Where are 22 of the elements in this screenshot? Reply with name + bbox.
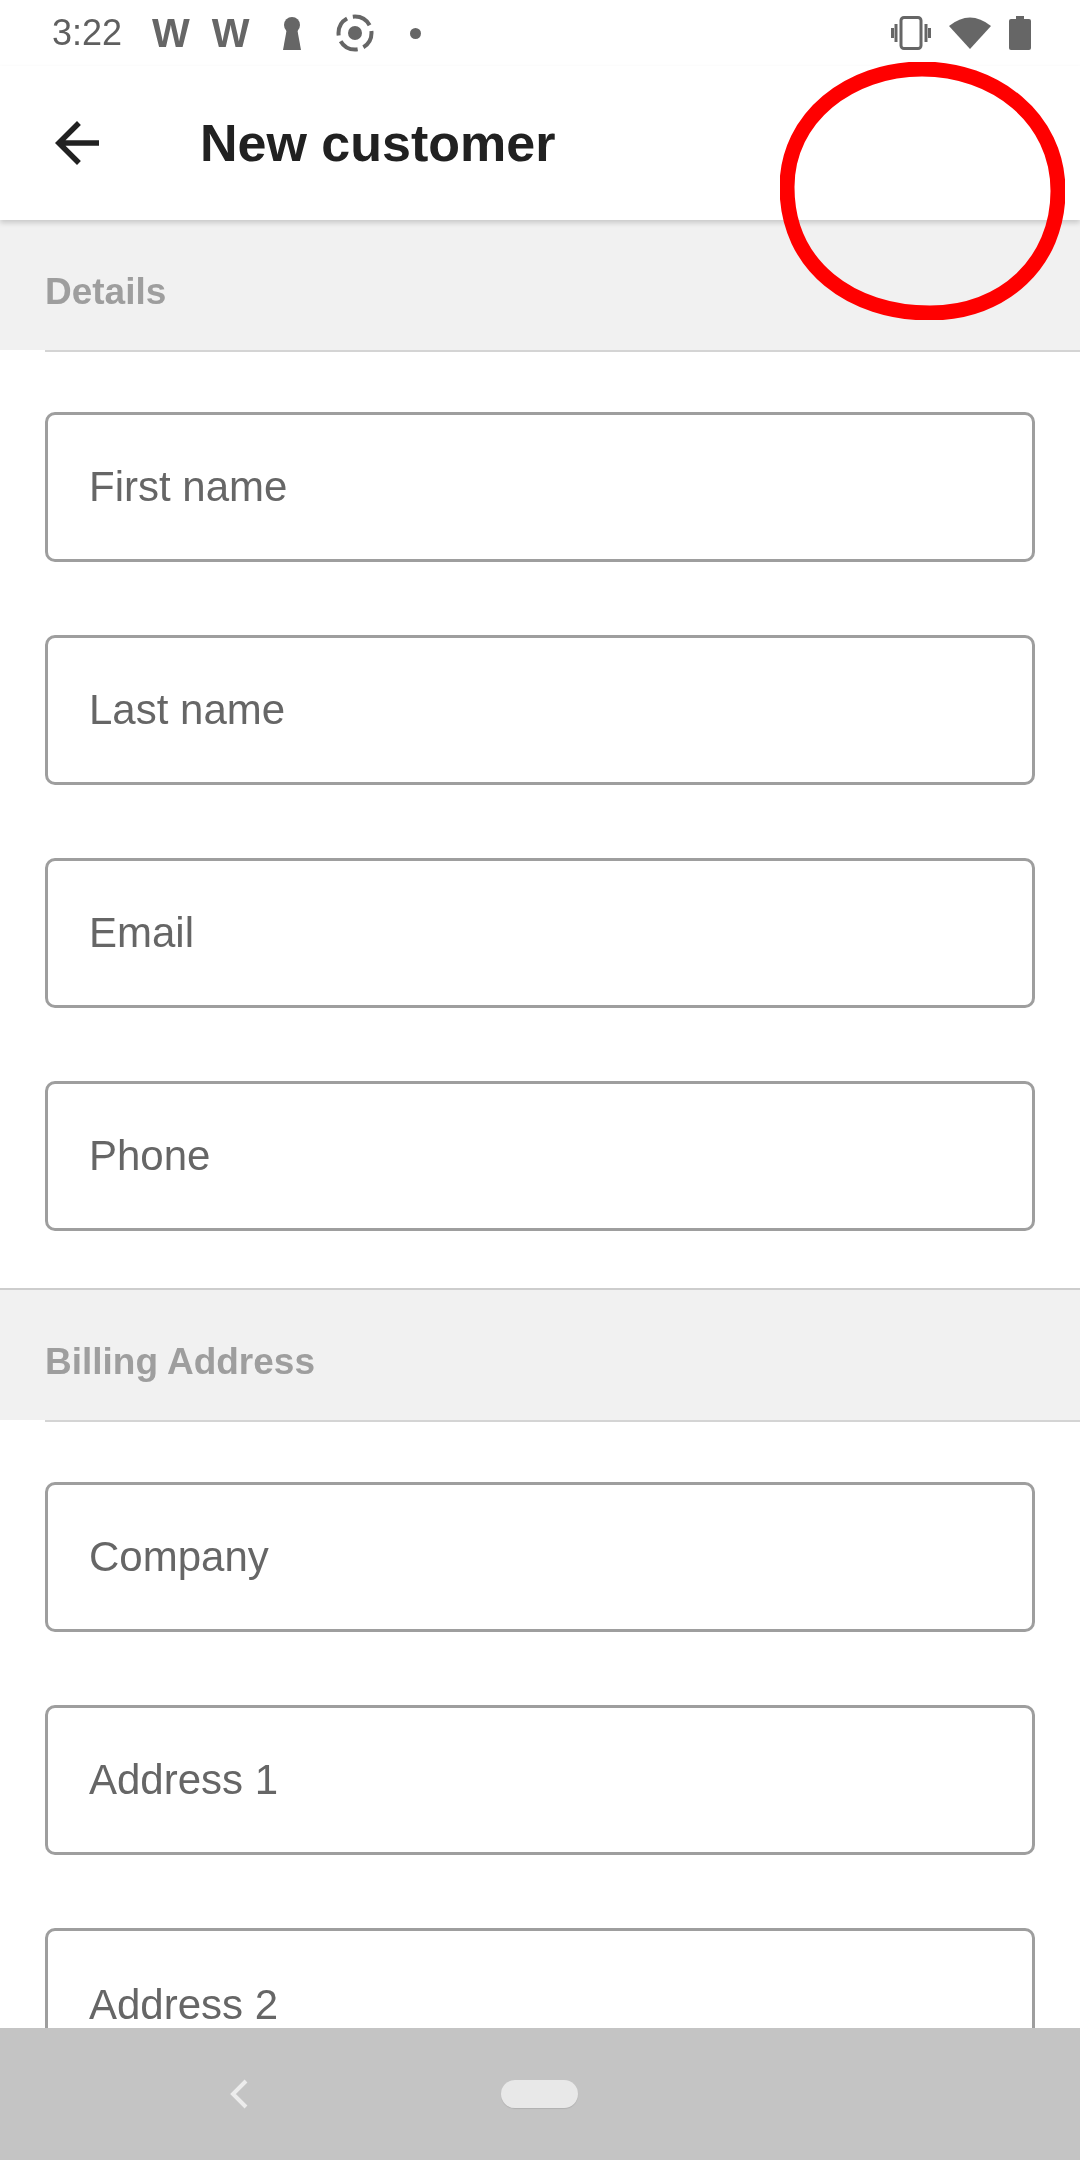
section-header: Billing Address: [0, 1290, 1080, 1420]
dot-icon: [409, 27, 421, 39]
nav-back-icon[interactable]: [229, 2079, 249, 2109]
ring-dot-icon: [335, 14, 374, 52]
screen-title: New customer: [200, 113, 556, 173]
input-field[interactable]: Email: [45, 858, 1035, 1008]
input-field[interactable]: Company: [45, 1482, 1035, 1632]
section-header: Details: [0, 220, 1080, 350]
home-button[interactable]: [501, 2080, 578, 2108]
w-letter-icon: W: [211, 13, 250, 53]
input-field[interactable]: Phone: [45, 1081, 1035, 1231]
status-time: 3:22: [52, 12, 123, 54]
input-field[interactable]: Last name: [45, 635, 1035, 785]
input-field[interactable]: Address 1: [45, 1705, 1035, 1855]
w-letter-icon: W: [152, 13, 190, 53]
battery-icon: [1009, 16, 1031, 50]
back-arrow-icon: [55, 121, 99, 165]
vibrate-icon: [891, 16, 931, 50]
back-button[interactable]: [55, 121, 99, 165]
input-field[interactable]: Address 2: [45, 1928, 1035, 2028]
input-field[interactable]: First name: [45, 412, 1035, 562]
wifi-icon: [949, 17, 991, 49]
